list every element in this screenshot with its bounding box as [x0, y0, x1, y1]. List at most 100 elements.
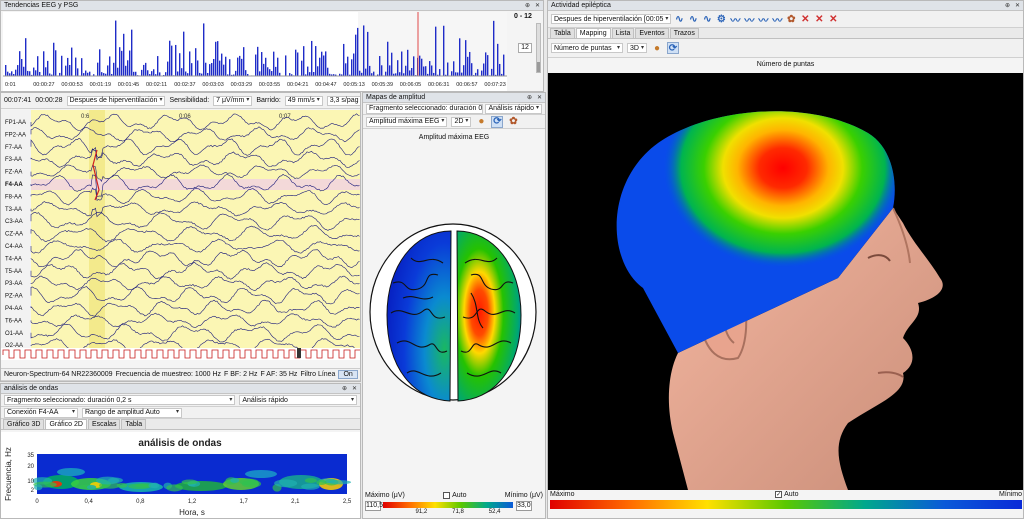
epi-tab[interactable]: Lista: [611, 28, 635, 38]
channel-label[interactable]: T5-AA: [5, 269, 22, 275]
close-icon[interactable]: ✕: [537, 94, 542, 101]
amp-quick-select[interactable]: Análisis rápido: [485, 103, 542, 114]
amp-dim-select[interactable]: 2D: [451, 116, 472, 127]
trend-bar: [75, 57, 77, 76]
trend-bar: [297, 52, 299, 76]
pin-icon[interactable]: ⊕: [1005, 2, 1010, 9]
delete-wave-icon[interactable]: ✕: [813, 13, 825, 25]
trend-bar: [213, 59, 215, 76]
x-tick-label: 0,8: [136, 499, 145, 505]
eeg-panel: 00:07:41 00:00:28 Despues de hiperventil…: [0, 92, 361, 382]
head-view-icon[interactable]: ●: [475, 116, 487, 128]
sharp-wave-icon[interactable]: ∿: [701, 13, 713, 25]
settings-icon[interactable]: ⚙: [715, 13, 727, 25]
sweep-select[interactable]: 49 mm/s: [284, 95, 323, 106]
trend-bar: [285, 55, 287, 76]
spectral-blob: [57, 468, 85, 476]
amp-min-field[interactable]: 33,0: [516, 501, 532, 511]
connection-select[interactable]: Conexión F4-AA: [4, 407, 78, 418]
speed-select[interactable]: 3,3 s/pag: [326, 95, 360, 106]
trend-bar: [159, 72, 161, 76]
channel-label[interactable]: C3-AA: [5, 219, 23, 225]
epi-tab[interactable]: Mapping: [575, 28, 611, 38]
trends-histogram[interactable]: 0:01 00:00:27 00:00:53 00:01:19 00:01:45 00:0…: [3, 12, 507, 91]
head-3d-map[interactable]: [548, 73, 1023, 490]
channel-label[interactable]: FZ-AA: [5, 170, 22, 176]
close-icon[interactable]: ✕: [1015, 2, 1020, 9]
wave-fragment-select[interactable]: Fragmento seleccionado: duración 0,2 s: [4, 395, 236, 405]
wave-tab[interactable]: Gráfico 2D: [45, 419, 87, 429]
epi-state-select[interactable]: Despues de hiperventilación [00:05: [551, 14, 672, 24]
eeg-background: [31, 110, 360, 360]
x-tick-label: 1,7: [239, 499, 248, 505]
pin-icon[interactable]: ⊕: [527, 94, 532, 101]
channel-label[interactable]: F4-AA: [5, 182, 23, 188]
amp-mode-select[interactable]: Amplitud máxima EEG: [366, 116, 448, 127]
trends-scrollbar[interactable]: [536, 23, 541, 73]
channel-label[interactable]: FP2-AA: [5, 132, 26, 138]
trend-bar: [269, 69, 271, 76]
delete-all-icon[interactable]: ✕: [827, 13, 839, 25]
wave-tab[interactable]: Gráfico 3D: [3, 419, 45, 429]
wave-quick-select[interactable]: Análisis rápido: [239, 395, 357, 405]
channel-label[interactable]: FP1-AA: [5, 120, 26, 126]
rotate-icon[interactable]: ⟳: [666, 42, 679, 54]
delete-spike-icon[interactable]: ✕: [799, 13, 811, 25]
wave-a-icon[interactable]: 〰: [729, 13, 741, 27]
sensitivity-select[interactable]: 7 μV/mm: [213, 95, 253, 106]
rotate-icon[interactable]: ⟳: [491, 115, 504, 128]
epi-tab[interactable]: Trazos: [669, 28, 699, 38]
amp-max-field[interactable]: 110,5: [365, 501, 383, 511]
epi-tab[interactable]: Tabla: [550, 28, 575, 38]
channel-label[interactable]: T3-AA: [5, 207, 22, 213]
wave-d-icon[interactable]: 〰: [771, 13, 783, 27]
trend-bar: [53, 42, 55, 76]
channel-label[interactable]: T4-AA: [5, 256, 22, 262]
wave-tab[interactable]: Tabla: [121, 419, 147, 429]
spike-wave-icon[interactable]: ∿: [687, 13, 699, 25]
channel-label[interactable]: F7-AA: [5, 145, 22, 151]
trend-time-label: 00:05:13: [343, 82, 364, 88]
epi-auto-checkbox[interactable]: ✓: [775, 491, 783, 498]
channel-label[interactable]: O1-AA: [5, 331, 23, 337]
wave-b-icon[interactable]: 〰: [743, 13, 755, 27]
wave-tab[interactable]: Escalas: [87, 419, 121, 429]
close-icon[interactable]: ✕: [352, 385, 357, 392]
epi-tab[interactable]: Eventos: [635, 28, 669, 38]
channel-label[interactable]: F3-AA: [5, 157, 22, 163]
channel-label[interactable]: P3-AA: [5, 281, 22, 287]
head-view-icon[interactable]: ●: [651, 42, 663, 54]
spike-detect-icon[interactable]: ∿: [673, 13, 685, 25]
epileptic-activity-panel: Actividad epiléptica ⊕ ✕ Despues de hiperv…: [547, 0, 1024, 519]
event-cursor[interactable]: [297, 348, 301, 358]
trend-bar: [23, 66, 25, 76]
channel-label[interactable]: F8-AA: [5, 194, 22, 200]
pin-icon[interactable]: ⊕: [525, 2, 530, 9]
brain-map-icon[interactable]: ✿: [785, 13, 797, 25]
trends-value-field[interactable]: 12: [518, 43, 532, 53]
epi-dim-select[interactable]: 3D: [627, 43, 647, 53]
line-filter-toggle[interactable]: On: [338, 370, 358, 379]
wave-c-icon[interactable]: 〰: [757, 13, 769, 27]
channel-label[interactable]: P4-AA: [5, 306, 22, 312]
amp-fragment-select[interactable]: Fragmento seleccionado: duración 0,2 s: [366, 103, 484, 114]
brain-icon[interactable]: ✿: [507, 116, 519, 128]
channel-label[interactable]: PZ-AA: [5, 294, 23, 300]
amplitude-range-select[interactable]: Rango de amplitud Auto: [82, 407, 182, 418]
channel-label[interactable]: CZ-AA: [5, 232, 23, 238]
eeg-traces[interactable]: 0:6 0:06 0:07 FP1-AA FP2-AA F7-AA F3-AA FZ-AA F4…: [1, 110, 360, 360]
amp-auto-checkbox[interactable]: [443, 492, 451, 499]
epi-measure-select[interactable]: Número de puntas: [551, 43, 623, 53]
amp-map-title: Amplitud máxima EEG: [418, 134, 490, 141]
pin-icon[interactable]: ⊕: [342, 385, 347, 392]
trend-bar: [71, 47, 73, 76]
close-icon[interactable]: ✕: [535, 2, 540, 9]
channel-label[interactable]: C4-AA: [5, 244, 23, 250]
device-name: Neuron-Spectrum-64 NR22360009: [4, 371, 113, 378]
trend-bar: [439, 69, 441, 76]
trend-bar: [359, 70, 361, 76]
trend-bar: [257, 46, 259, 76]
amp-max-label: Máximo (μV): [365, 492, 405, 499]
channel-label[interactable]: T6-AA: [5, 318, 22, 324]
eeg-state-select[interactable]: Despues de hiperventilación: [66, 95, 166, 106]
